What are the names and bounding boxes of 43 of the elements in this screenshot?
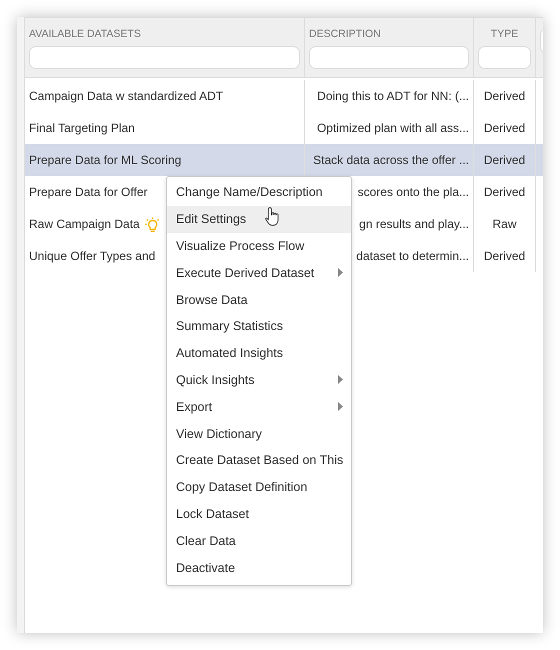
dataset-name: Prepare Data for ML Scoring: [29, 153, 182, 167]
menu-item[interactable]: Export: [167, 393, 352, 420]
description-text: dataset to determin...: [356, 249, 469, 263]
type-text: Raw: [492, 217, 516, 231]
dataset-name: Campaign Data w standardized ADT: [29, 89, 224, 103]
dataset-name: Final Targeting Plan: [29, 121, 135, 135]
description-text: Stack data across the offer ...: [313, 153, 469, 167]
dataset-name: Prepare Data for Offer: [29, 185, 148, 199]
caret-icon: [338, 375, 344, 384]
lightbulb-icon: [144, 216, 159, 232]
dataset-name: Raw Campaign Data: [29, 217, 140, 231]
menu-item[interactable]: Browse Data: [167, 286, 352, 313]
menu-item[interactable]: Edit Settings: [167, 206, 352, 233]
menu-item[interactable]: Execute Derived Dataset: [167, 259, 352, 286]
menu-item[interactable]: Clear Data: [167, 527, 352, 554]
caret-icon: [338, 268, 344, 278]
type-text: Derived: [484, 89, 526, 103]
menu-item[interactable]: Visualize Process Flow: [167, 232, 352, 260]
description-text: Doing this to ADT for NN: (...: [317, 89, 469, 103]
menu-item[interactable]: Automated Insights: [167, 340, 352, 367]
menu-item[interactable]: Copy Dataset Definition: [167, 474, 352, 501]
description-text: gn results and play...: [359, 217, 469, 231]
type-text: Derived: [484, 121, 526, 135]
menu-item[interactable]: Create Dataset Based on This: [167, 446, 352, 474]
type-text: Derived: [484, 185, 526, 199]
dataset-name: Unique Offer Types and: [29, 249, 156, 263]
menu-item[interactable]: Change Name/Description: [167, 179, 352, 206]
menu-item[interactable]: Deactivate: [167, 554, 352, 581]
column-label: AVAILABLE DATASETS: [29, 28, 142, 40]
menu-item[interactable]: Lock Dataset: [167, 500, 352, 528]
menu-item[interactable]: Summary Statistics: [167, 312, 352, 340]
filter-field[interactable]: [29, 46, 300, 69]
menu-item[interactable]: View Dictionary: [167, 420, 352, 447]
type-text: Derived: [484, 249, 526, 263]
filter-field[interactable]: [309, 46, 469, 69]
description-text: scores onto the pla...: [358, 185, 469, 199]
description-text: Optimized plan with all ass...: [316, 121, 469, 135]
caret-icon: [338, 402, 344, 412]
column-label: TYPE: [490, 28, 518, 40]
menu-item[interactable]: Quick Insights: [167, 366, 352, 394]
column-label: DESCRIPTION: [309, 28, 382, 40]
filter-field[interactable]: [478, 46, 531, 69]
type-text: Derived: [484, 153, 526, 167]
